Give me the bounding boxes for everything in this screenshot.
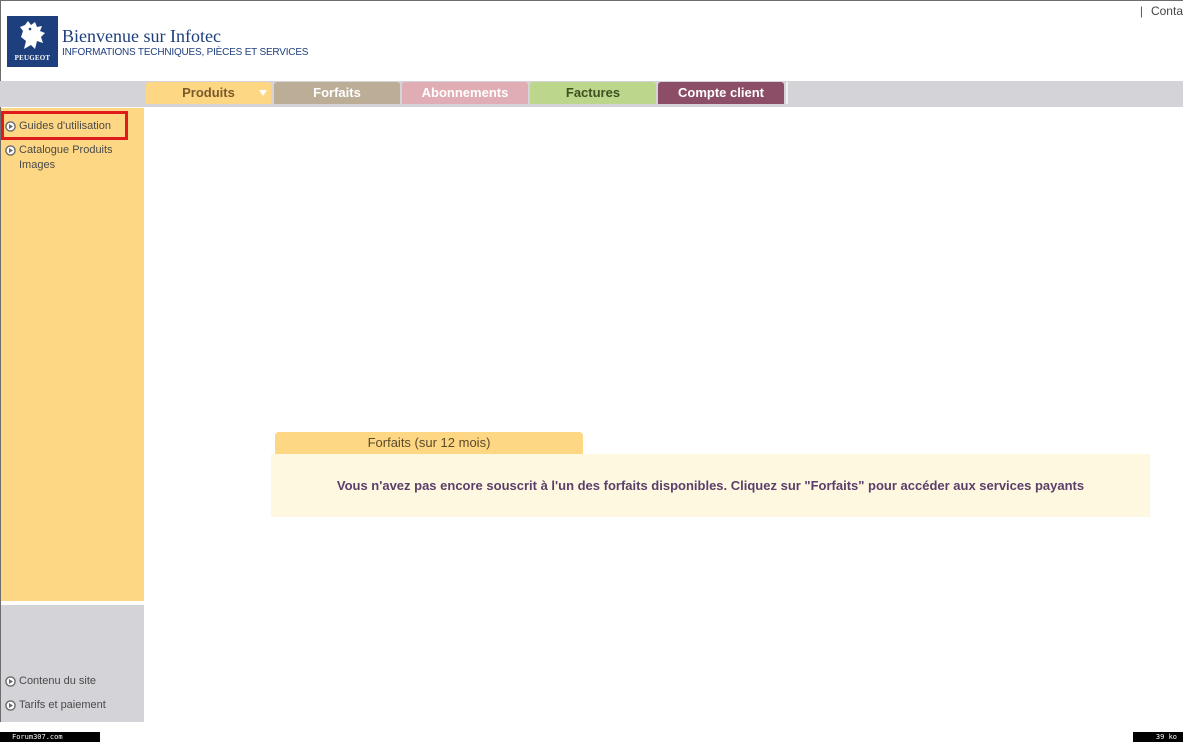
forfaits-card-message: Vous n'avez pas encore souscrit à l'un d… bbox=[271, 454, 1150, 517]
sidebar-top-panel bbox=[1, 108, 144, 601]
site-subtitle: INFORMATIONS TECHNIQUES, PIÈCES ET SERVI… bbox=[62, 47, 309, 58]
tab-factures-label: Factures bbox=[565, 85, 621, 100]
footer-left-label: Forum307.com bbox=[0, 732, 100, 742]
circle-arrow-icon bbox=[5, 145, 16, 156]
tab-forfaits-label: Forfaits bbox=[313, 85, 361, 100]
tab-forfaits[interactable]: Forfaits bbox=[274, 82, 400, 104]
top-links: | Conta bbox=[1140, 4, 1183, 18]
sidebar-item-tarifs[interactable]: Tarifs et paiement bbox=[5, 698, 129, 713]
highlight-box bbox=[1, 111, 128, 140]
circle-arrow-icon bbox=[5, 700, 16, 711]
tab-factures[interactable]: Factures bbox=[530, 82, 656, 104]
sidebar-item-label: Contenu du site bbox=[19, 675, 97, 687]
sidebar-item-catalogue[interactable]: Catalogue Produits Images bbox=[5, 143, 129, 173]
contact-link[interactable]: Conta bbox=[1151, 4, 1183, 18]
sidebar-item-contenu[interactable]: Contenu du site bbox=[5, 674, 129, 689]
nav-left-fill bbox=[0, 81, 144, 107]
tab-produits[interactable]: Produits bbox=[146, 82, 271, 104]
logo-brand: PEUGEOT bbox=[14, 54, 51, 62]
tab-abonnements-label: Abonnements bbox=[421, 85, 509, 100]
tab-compte-client-label: Compte client bbox=[678, 85, 764, 100]
top-border bbox=[0, 0, 1183, 1]
sidebar-item-label: Catalogue Produits Images bbox=[19, 144, 113, 171]
top-links-separator: | bbox=[1139, 4, 1143, 18]
tab-produits-label: Produits bbox=[182, 85, 235, 100]
dropdown-arrow-icon bbox=[259, 90, 267, 96]
footer-right-label: 39 ko bbox=[1133, 732, 1183, 742]
site-title: Bienvenue sur Infotec bbox=[62, 26, 221, 46]
circle-arrow-icon bbox=[5, 676, 16, 687]
forfaits-card-title: Forfaits (sur 12 mois) bbox=[275, 432, 583, 454]
sidebar-item-label: Tarifs et paiement bbox=[19, 699, 106, 711]
tab-compte-client[interactable]: Compte client bbox=[658, 82, 784, 104]
tab-abonnements[interactable]: Abonnements bbox=[402, 82, 528, 104]
tab-end-divider bbox=[786, 82, 788, 104]
peugeot-logo[interactable]: PEUGEOT bbox=[7, 16, 58, 67]
lion-icon bbox=[20, 21, 45, 49]
